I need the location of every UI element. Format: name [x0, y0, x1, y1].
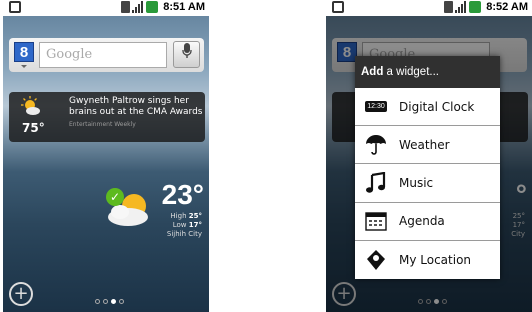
weather-city: Sijhih City — [166, 230, 202, 238]
notification-icon — [332, 1, 344, 13]
home-screen-right: 8:52 AM 8 Google ° 25° 17° City + Add a … — [326, 0, 532, 312]
sim-icon — [121, 1, 131, 13]
signal-icon — [455, 1, 467, 13]
digital-clock-icon: 12:30 — [365, 101, 387, 113]
sun-cloud-icon — [21, 96, 40, 115]
search-input[interactable]: Google — [39, 42, 167, 68]
notification-icon — [9, 1, 21, 13]
news-headline: Gwyneth Paltrow sings her brains out at … — [69, 96, 203, 117]
page-indicator — [95, 299, 124, 304]
weather-high: High 25° — [170, 212, 202, 220]
menu-item-label: My Location — [399, 252, 472, 267]
weather-low: Low 17° — [172, 221, 202, 229]
clock-text: 8:52 AM — [486, 1, 528, 13]
add-widget-menu: Add a widget... 12:30 Digital Clock Weat… — [355, 56, 500, 279]
menu-item-label: Weather — [399, 137, 450, 152]
calendar-icon — [365, 210, 387, 232]
status-bar: 8:52 AM — [326, 0, 532, 16]
status-bar: 8:51 AM — [3, 0, 209, 16]
menu-title: Add a widget... — [355, 56, 500, 88]
music-note-icon — [365, 171, 387, 194]
weather-temperature: 23° — [161, 179, 204, 210]
dropdown-arrow-icon[interactable] — [21, 65, 27, 68]
menu-item-music[interactable]: Music — [355, 164, 500, 203]
news-temperature: 75° — [22, 121, 45, 135]
google-logo-icon[interactable]: 8 — [14, 42, 34, 62]
clock-text: 8:51 AM — [163, 1, 205, 13]
menu-item-label: Digital Clock — [399, 99, 475, 114]
menu-item-agenda[interactable]: Agenda — [355, 203, 500, 241]
news-source: Entertainment Weekly — [69, 121, 136, 128]
location-pin-icon — [365, 249, 387, 271]
menu-item-label: Music — [399, 175, 434, 190]
battery-icon — [146, 1, 159, 13]
home-screen-left: 8:51 AM 8 Google 75° Gwyneth Paltrow sin… — [3, 0, 209, 312]
sim-icon — [444, 1, 454, 13]
google-search-widget[interactable]: 8 Google — [9, 38, 204, 72]
news-weather-widget[interactable]: 75° Gwyneth Paltrow sings her brains out… — [9, 92, 205, 142]
umbrella-icon — [365, 134, 387, 156]
battery-icon — [469, 1, 482, 13]
microphone-icon[interactable] — [173, 41, 200, 68]
weather-widget[interactable]: ✓ 23° High 25° Low 17° Sijhih City — [100, 180, 204, 246]
menu-item-my-location[interactable]: My Location — [355, 241, 500, 279]
signal-icon — [132, 1, 144, 13]
menu-item-label: Agenda — [399, 214, 445, 229]
check-icon: ✓ — [106, 188, 124, 206]
menu-item-weather[interactable]: Weather — [355, 126, 500, 165]
add-button[interactable]: + — [9, 282, 33, 306]
menu-item-digital-clock[interactable]: 12:30 Digital Clock — [355, 88, 500, 127]
